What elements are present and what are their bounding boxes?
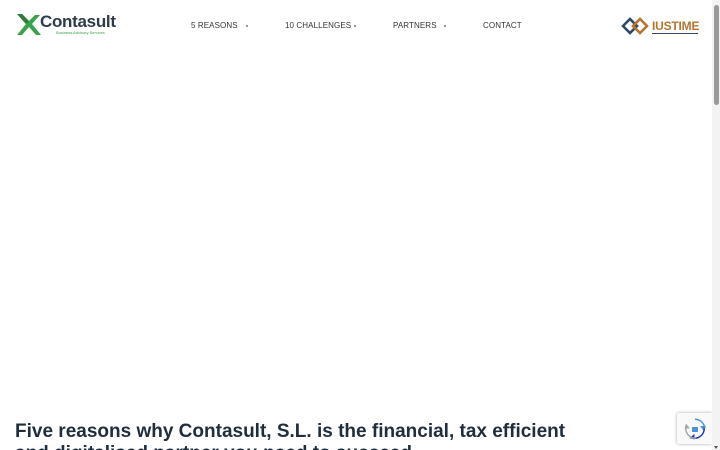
recaptcha-icon <box>684 418 706 440</box>
scroll-down-arrow-icon[interactable] <box>713 446 718 449</box>
nav-item-contact[interactable]: CONTACT <box>483 19 522 33</box>
iustime-diamond-icon <box>621 17 649 35</box>
partner-wordmark: IUSTIME <box>652 19 700 33</box>
recaptcha-badge[interactable] <box>677 413 712 444</box>
nav-separator <box>246 25 248 27</box>
contasult-logo[interactable]: Contasult Business Advisory Services <box>14 11 116 39</box>
page: Contasult Business Advisory Services 5 R… <box>0 0 720 450</box>
nav-separator <box>444 25 446 27</box>
page-headline: Five reasons why Contasult, S.L. is the … <box>15 421 566 450</box>
partner-underline <box>652 33 698 34</box>
nav-item-5-reasons[interactable]: 5 REASONS <box>191 19 238 33</box>
page-scrollbar[interactable] <box>712 0 720 450</box>
logo-wordmark: Contasult <box>40 12 116 31</box>
hero-area <box>0 52 712 412</box>
iustime-logo[interactable]: IUSTIME <box>621 15 701 37</box>
nav-item-partners[interactable]: PARTNERS <box>393 19 437 33</box>
site-header: Contasult Business Advisory Services 5 R… <box>0 0 712 52</box>
main-nav: 5 REASONS 10 CHALLENGES PARTNERS CONTACT <box>191 19 522 33</box>
nav-separator <box>354 25 356 27</box>
logo-tagline: Business Advisory Services <box>56 30 105 35</box>
contasult-x-icon <box>17 14 41 35</box>
nav-item-10-challenges[interactable]: 10 CHALLENGES <box>285 19 351 33</box>
scrollbar-thumb[interactable] <box>713 5 719 105</box>
